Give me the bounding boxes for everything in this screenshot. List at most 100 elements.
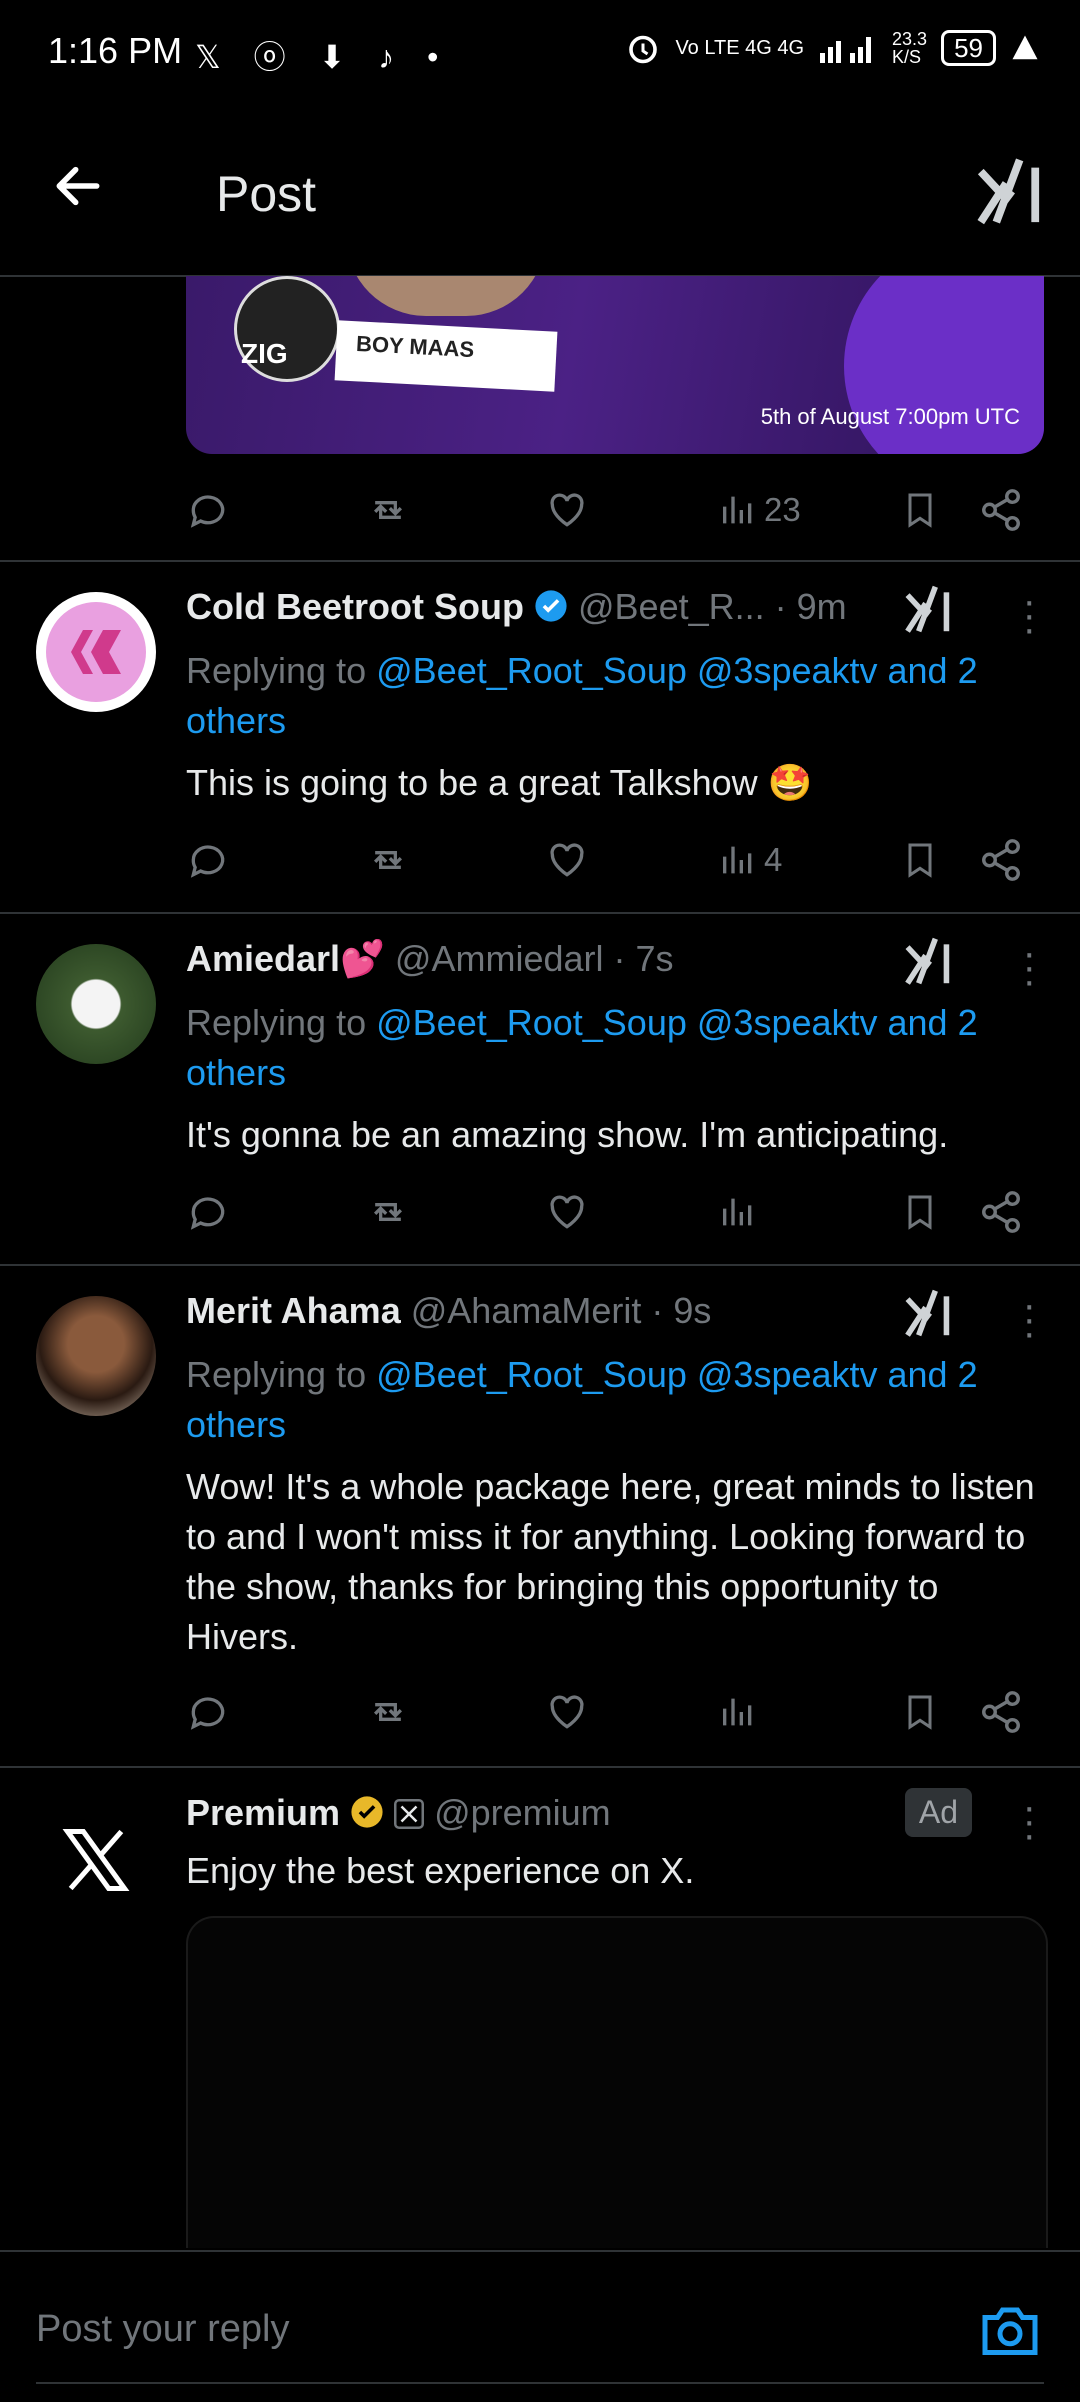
like-button[interactable] [544,480,590,540]
user-handle[interactable]: @premium [434,1792,611,1833]
replying-to: Replying to @Beet_Root_Soup @3speaktv an… [186,998,1036,1098]
replying-to: Replying to @Beet_Root_Soup @3speaktv an… [186,1350,1036,1450]
ad-badge: Ad [904,1788,972,1837]
display-name[interactable]: Merit Ahama [186,1290,401,1331]
post-header: Cold Beetroot Soup @Beet_R... · 9m [186,586,847,628]
heart-icon [550,493,584,527]
display-name[interactable]: Premium [186,1792,340,1833]
reply-icon [190,495,225,528]
grok-icon[interactable] [904,936,950,986]
bookmark-icon [908,1695,932,1730]
post-text: Enjoy the best experience on X. [186,1850,695,1891]
views-button[interactable]: 4 [718,830,782,890]
bookmark-button[interactable] [900,830,940,890]
avatar[interactable] [36,944,156,1064]
more-options-icon[interactable]: · · · [1023,1787,1036,1855]
views-icon [723,846,752,874]
x-affiliate-icon [394,1799,425,1829]
user-handle[interactable]: @AhamaMerit [411,1290,642,1331]
x-logo-icon [62,1828,130,1892]
heart-icon [550,1195,584,1229]
mention-others[interactable]: others [186,1052,286,1093]
camera-icon[interactable] [980,2302,1040,2358]
grok-icon[interactable] [904,584,950,634]
back-arrow-icon[interactable] [50,158,106,214]
status-bar: 1:16 PM 𝕏 ⓞ ⬇ ♪ • Vo LTE 4G 4G 23.3 K/S … [0,0,1080,110]
post-media-banner[interactable]: ZIG BOY MAAS 5th of August 7:00pm UTC [186,276,1044,454]
like-button[interactable] [544,1182,590,1242]
share-button[interactable] [978,830,1024,890]
event-date: 5th of August 7:00pm UTC [760,404,1020,429]
bookmark-button[interactable] [900,1682,940,1742]
reply-input[interactable]: Post your reply [36,2308,289,2351]
share-icon [982,1691,1020,1733]
like-button[interactable] [544,1682,590,1742]
repost-button[interactable] [364,1682,412,1742]
replying-label: Replying to [186,1354,377,1395]
battery-level: 59 [941,30,996,66]
more-options-icon[interactable]: · · · [1023,1285,1036,1353]
post-header: Amiedarl💕 @Ammiedarl · 7s [186,938,674,980]
reply-icon [190,1197,225,1230]
replying-label: Replying to [186,1002,377,1043]
post-actions: 23 [186,480,1026,540]
post-text: This is going to be a great Talkshow 🤩 [186,762,813,803]
views-button[interactable] [718,1682,764,1742]
mention-others[interactable]: others [186,700,286,741]
notification-icons: 𝕏 ⓞ ⬇ ♪ • [195,39,451,75]
user-handle[interactable]: @Ammiedarl [395,938,604,979]
verified-badge-icon [535,590,567,622]
display-name[interactable]: Cold Beetroot Soup [186,586,524,627]
user-handle[interactable]: @Beet_R... [578,586,765,627]
more-options-icon[interactable]: · · · [1023,933,1036,1001]
post-header: Merit Ahama @AhamaMerit · 9s [186,1290,711,1332]
gold-verified-badge-icon [351,1796,383,1828]
bookmark-button[interactable] [900,1182,940,1242]
reply-button[interactable] [186,480,230,540]
post-header: Premium @premium [186,1792,611,1834]
avatar[interactable] [36,1296,156,1416]
reply-button[interactable] [186,1682,230,1742]
more-options-icon[interactable]: · · · [1023,581,1036,649]
page-title: Post [216,166,317,222]
repost-button[interactable] [364,480,412,540]
ad-media-card[interactable] [186,1916,1048,2248]
bookmark-button[interactable] [900,480,940,540]
grok-icon[interactable] [904,1288,950,1338]
reply-composer: Post your reply [0,2250,1080,2402]
mention-links[interactable]: @Beet_Root_Soup @3speaktv and 2 [376,1354,978,1395]
post-text: Wow! It's a whole package here, great mi… [186,1466,1035,1657]
share-button[interactable] [978,480,1024,540]
avatar[interactable] [36,592,156,712]
system-indicators: Vo LTE 4G 4G 23.3 K/S 59 [625,30,1040,66]
repost-icon [373,1203,403,1221]
share-button[interactable] [978,1682,1024,1742]
views-button[interactable] [718,1182,764,1242]
post-time: · 9s [651,1290,712,1331]
brand-text: ZIG [241,338,288,369]
share-icon [982,839,1020,881]
hive-logo-icon [46,602,146,702]
share-icon [982,1191,1020,1233]
repost-button[interactable] [364,830,412,890]
reply-icon [190,845,225,878]
bookmark-icon [908,493,932,528]
heart-icon [550,1695,584,1729]
share-icon [982,489,1020,531]
grok-icon[interactable] [976,156,1040,226]
alarm-icon [629,35,658,64]
reply-button[interactable] [186,1182,230,1242]
mention-links[interactable]: @Beet_Root_Soup @3speaktv and 2 [376,650,978,691]
display-name[interactable]: Amiedarl💕 [186,938,385,979]
bookmark-icon [908,1195,932,1230]
repost-button[interactable] [364,1182,412,1242]
views-button[interactable]: 23 [718,480,801,540]
like-button[interactable] [544,830,590,890]
views-icon [723,496,752,524]
signal-text: Vo LTE 4G 4G [675,36,805,59]
share-button[interactable] [978,1182,1024,1242]
mention-others[interactable]: others [186,1404,286,1445]
reply-button[interactable] [186,830,230,890]
speaker-photo [346,276,546,316]
mention-links[interactable]: @Beet_Root_Soup @3speaktv and 2 [376,1002,978,1043]
